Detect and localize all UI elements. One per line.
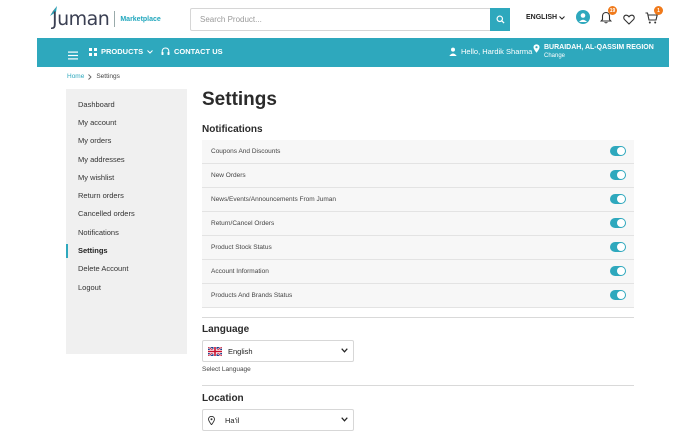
sidebar-item-return-orders[interactable]: Return orders xyxy=(66,189,187,203)
location-city: BURAIDAH, AL-QASSIM REGION xyxy=(544,44,654,51)
user-avatar[interactable] xyxy=(576,10,590,24)
notification-toggle[interactable] xyxy=(610,146,626,156)
section-divider xyxy=(202,317,634,318)
grid-icon xyxy=(89,47,97,56)
language-switcher[interactable]: ENGLISH xyxy=(526,14,565,21)
search-box xyxy=(190,8,510,31)
sidebar-item-notifications[interactable]: Notifications xyxy=(66,226,187,240)
hamburger-icon xyxy=(68,51,78,60)
notification-label: Products And Brands Status xyxy=(211,292,293,299)
user-greeting[interactable]: Hello, Hardik Sharma xyxy=(449,47,532,56)
notification-label: New Orders xyxy=(211,172,246,179)
notification-toggle[interactable] xyxy=(610,242,626,252)
location-change-link[interactable]: Change xyxy=(544,52,654,60)
user-icon xyxy=(579,13,587,22)
notification-label: Product Stock Status xyxy=(211,244,272,251)
location-select[interactable]: Ha'il xyxy=(202,409,354,431)
sidebar-item-cancelled-orders[interactable]: Cancelled orders xyxy=(66,207,187,221)
products-label: PRODUCTS xyxy=(101,47,144,56)
logo-text: Juman xyxy=(52,8,110,30)
breadcrumb: Home Settings xyxy=(67,73,120,80)
sidebar-item-my-account[interactable]: My account xyxy=(66,116,187,130)
logo[interactable]: Juman Marketplace xyxy=(50,5,161,33)
chevron-right-icon xyxy=(88,73,92,80)
contact-us-link[interactable]: CONTACT US xyxy=(161,47,223,56)
cart-badge: 1 xyxy=(654,6,663,15)
location-heading: Location xyxy=(202,393,244,404)
page-title: Settings xyxy=(202,89,277,110)
language-hint: Select Language xyxy=(202,366,251,373)
contact-label: CONTACT US xyxy=(174,47,223,56)
sidebar-item-logout[interactable]: Logout xyxy=(66,281,187,295)
notification-row: News/Events/Announcements From Juman xyxy=(202,188,634,212)
location-pin-icon xyxy=(533,44,540,53)
sidebar-item-settings[interactable]: Settings xyxy=(66,244,187,258)
notification-settings-list: Coupons And Discounts New Orders News/Ev… xyxy=(202,140,634,308)
notification-row: Account Information xyxy=(202,260,634,284)
notification-label: Return/Cancel Orders xyxy=(211,220,275,227)
notification-label: Coupons And Discounts xyxy=(211,148,281,155)
language-select[interactable]: English xyxy=(202,340,354,362)
notification-toggle[interactable] xyxy=(610,266,626,276)
products-menu[interactable]: PRODUCTS xyxy=(89,47,153,56)
sidebar-item-delete-account[interactable]: Delete Account xyxy=(66,262,187,276)
notification-label: Account Information xyxy=(211,268,269,275)
top-header: Juman Marketplace ENGLISH 19 xyxy=(0,0,700,38)
search-button[interactable] xyxy=(490,8,510,31)
menu-button[interactable] xyxy=(68,47,78,65)
chevron-down-icon xyxy=(341,348,348,353)
location-value: Ha'il xyxy=(225,415,240,425)
notification-row: Coupons And Discounts xyxy=(202,140,634,164)
notification-row: Product Stock Status xyxy=(202,236,634,260)
notification-label: News/Events/Announcements From Juman xyxy=(211,196,336,203)
notifications-badge: 19 xyxy=(608,6,617,15)
section-divider xyxy=(202,385,634,386)
heart-icon xyxy=(623,14,635,25)
sidebar-item-my-addresses[interactable]: My addresses xyxy=(66,153,187,167)
sidebar-item-my-orders[interactable]: My orders xyxy=(66,134,187,148)
delivery-location[interactable]: BURAIDAH, AL-QASSIM REGION Change xyxy=(533,43,654,60)
chevron-down-icon xyxy=(559,15,565,20)
language-label: ENGLISH xyxy=(526,14,558,21)
notifications-button[interactable]: 19 xyxy=(599,6,617,29)
greeting-text: Hello, Hardik Sharma xyxy=(461,47,533,56)
breadcrumb-home[interactable]: Home xyxy=(67,73,84,80)
notification-toggle[interactable] xyxy=(610,218,626,228)
notification-row: New Orders xyxy=(202,164,634,188)
logo-separator xyxy=(114,11,116,27)
language-heading: Language xyxy=(202,324,250,335)
user-icon xyxy=(449,47,457,56)
sidebar-item-dashboard[interactable]: Dashboard xyxy=(66,98,187,112)
search-input[interactable] xyxy=(191,9,491,30)
breadcrumb-current: Settings xyxy=(96,73,120,80)
notification-toggle[interactable] xyxy=(610,290,626,300)
search-icon xyxy=(495,15,505,24)
notifications-heading: Notifications xyxy=(202,124,263,135)
language-value: English xyxy=(228,346,253,356)
chevron-down-icon xyxy=(341,417,348,422)
main-nav: PRODUCTS CONTACT US Hello, Hardik Sharma… xyxy=(37,38,669,67)
wishlist-button[interactable] xyxy=(623,12,635,30)
notification-toggle[interactable] xyxy=(610,170,626,180)
account-sidebar: Dashboard My account My orders My addres… xyxy=(66,89,187,354)
sidebar-item-my-wishlist[interactable]: My wishlist xyxy=(66,171,187,185)
cart-button[interactable]: 1 xyxy=(645,6,663,29)
notification-row: Products And Brands Status xyxy=(202,284,634,308)
notification-toggle[interactable] xyxy=(610,194,626,204)
headset-icon xyxy=(161,47,170,55)
chevron-down-icon xyxy=(147,49,153,54)
location-pin-icon xyxy=(208,415,215,425)
uk-flag-icon xyxy=(208,346,222,356)
logo-subtitle: Marketplace xyxy=(120,15,161,23)
notification-row: Return/Cancel Orders xyxy=(202,212,634,236)
